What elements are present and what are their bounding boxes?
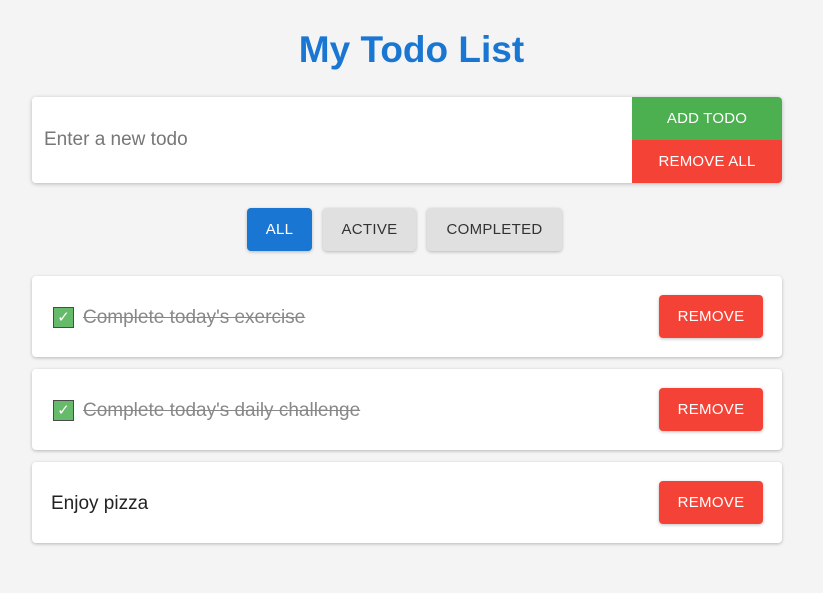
- todo-item: Enjoy pizza Remove: [32, 462, 782, 543]
- check-icon[interactable]: ✓: [53, 307, 74, 328]
- todo-text: Complete today's daily challenge: [83, 400, 361, 421]
- filter-active-button[interactable]: Active: [323, 208, 416, 251]
- todo-text: Complete today's exercise: [83, 307, 306, 328]
- remove-todo-button[interactable]: Remove: [659, 481, 763, 524]
- check-icon[interactable]: ✓: [53, 400, 74, 421]
- new-todo-form: Add Todo Remove All: [32, 97, 782, 183]
- new-todo-input[interactable]: [32, 97, 632, 183]
- remove-todo-button[interactable]: Remove: [659, 295, 763, 338]
- add-todo-button[interactable]: Add Todo: [632, 97, 782, 140]
- filter-completed-button[interactable]: Completed: [427, 208, 562, 251]
- form-actions: Add Todo Remove All: [632, 97, 782, 183]
- todo-item: ✓ Complete today's exercise Remove: [32, 276, 782, 357]
- remove-all-button[interactable]: Remove All: [632, 140, 782, 183]
- todo-app: My Todo List Add Todo Remove All All Act…: [0, 0, 823, 593]
- todo-item: ✓ Complete today's daily challenge Remov…: [32, 369, 782, 450]
- remove-todo-button[interactable]: Remove: [659, 388, 763, 431]
- filter-bar: All Active Completed: [0, 208, 823, 251]
- page-title: My Todo List: [298, 29, 525, 70]
- filter-all-button[interactable]: All: [247, 208, 312, 251]
- todo-text: Enjoy pizza: [51, 493, 149, 514]
